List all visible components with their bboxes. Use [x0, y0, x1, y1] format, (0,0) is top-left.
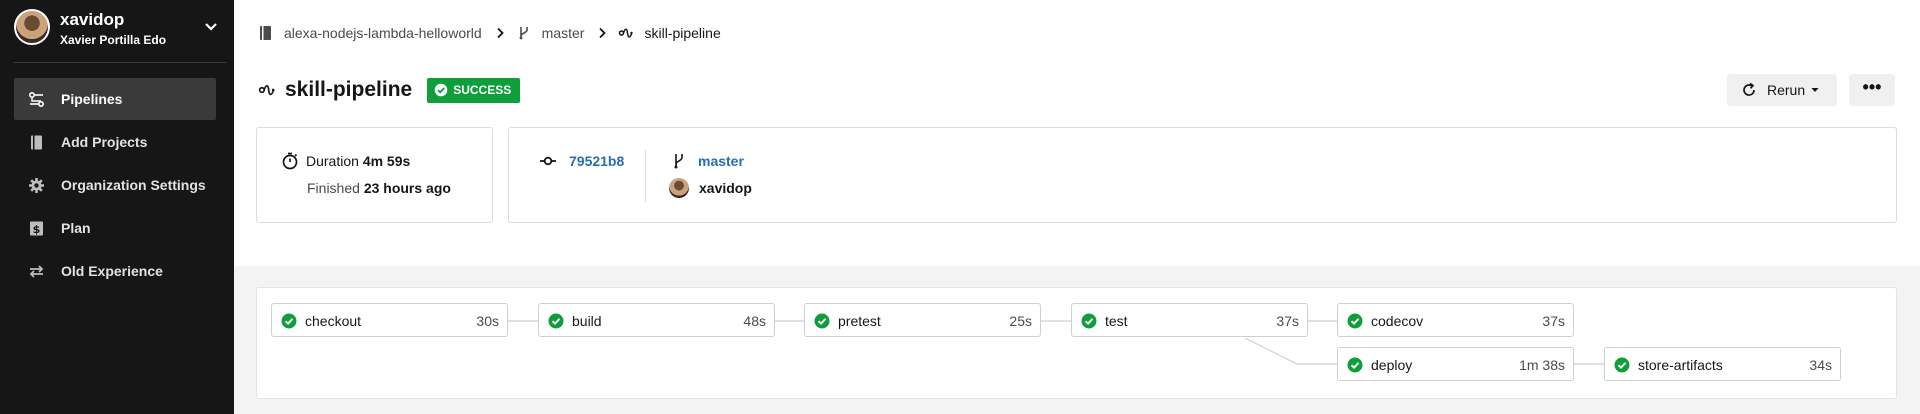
check-circle-icon	[434, 83, 448, 97]
job-name: test	[1105, 313, 1128, 329]
commit-hash[interactable]: 79521b8	[569, 153, 624, 169]
sidebar: xavidop Xavier Portilla Edo Pipelines Ad…	[0, 0, 234, 414]
duration-label: Duration	[306, 153, 359, 169]
commit-icon	[540, 156, 556, 166]
job-store-artifacts[interactable]: store-artifacts 34s	[1604, 347, 1841, 381]
job-duration: 34s	[1809, 357, 1832, 373]
svg-text:$: $	[33, 223, 41, 236]
commit-link[interactable]: 79521b8	[539, 152, 624, 170]
check-circle-icon	[814, 313, 830, 329]
sidebar-item-label: Old Experience	[61, 263, 163, 279]
branch-link[interactable]: master	[672, 152, 744, 170]
status-badge: SUCCESS	[427, 77, 521, 103]
username: xavidop	[60, 10, 125, 29]
duration-card: Duration 4m 59s Finished 23 hours ago	[256, 127, 493, 223]
chevron-down-icon[interactable]	[203, 18, 219, 34]
sidebar-item-label: Add Projects	[61, 134, 148, 150]
switch-arrows-icon	[29, 265, 44, 278]
job-name: build	[572, 313, 602, 329]
breadcrumb-workflow: skill-pipeline	[644, 25, 721, 41]
book-icon	[31, 135, 42, 150]
breadcrumb-branch[interactable]: master	[542, 25, 585, 41]
sidebar-item-label: Plan	[61, 220, 91, 236]
job-duration: 37s	[1542, 313, 1565, 329]
job-duration: 37s	[1276, 313, 1299, 329]
avatar	[14, 9, 50, 45]
gear-icon	[29, 178, 44, 193]
job-duration: 30s	[476, 313, 499, 329]
book-icon	[260, 26, 271, 40]
breadcrumb-project[interactable]: alexa-nodejs-lambda-helloworld	[284, 25, 482, 41]
more-options-button[interactable]: •••	[1849, 74, 1895, 106]
sidebar-item-label: Pipelines	[61, 91, 123, 107]
chevron-right-icon	[599, 27, 607, 39]
rerun-button[interactable]: Rerun	[1727, 74, 1837, 106]
check-circle-icon	[548, 313, 564, 329]
sidebar-divider	[14, 62, 226, 63]
page-header: skill-pipeline SUCCESS	[258, 76, 521, 104]
job-codecov[interactable]: codecov 37s	[1337, 303, 1574, 337]
sidebar-item-pipelines[interactable]: Pipelines	[14, 78, 216, 120]
commit-author: xavidop	[669, 178, 752, 198]
user-fullname: Xavier Portilla Edo	[60, 33, 167, 47]
sidebar-nav: Pipelines Add Projects Organization Sett…	[14, 78, 216, 293]
branch-icon	[519, 27, 528, 40]
author-name: xavidop	[699, 180, 752, 196]
sidebar-item-organization-settings[interactable]: Organization Settings	[14, 164, 216, 206]
caret-down-icon	[1811, 88, 1819, 92]
check-circle-icon	[1081, 313, 1097, 329]
status-badge-label: SUCCESS	[453, 83, 512, 97]
job-pretest[interactable]: pretest 25s	[804, 303, 1041, 337]
duration-value: 4m 59s	[362, 153, 411, 169]
avatar	[669, 178, 689, 198]
job-name: checkout	[305, 313, 362, 329]
job-deploy[interactable]: deploy 1m 38s	[1337, 347, 1574, 381]
sidebar-item-old-experience[interactable]: Old Experience	[14, 250, 216, 292]
job-duration: 25s	[1009, 313, 1032, 329]
sidebar-item-label: Organization Settings	[61, 177, 206, 193]
user-menu[interactable]: xavidop Xavier Portilla Edo	[14, 9, 222, 55]
check-circle-icon	[1614, 357, 1630, 373]
sidebar-item-add-projects[interactable]: Add Projects	[14, 121, 216, 163]
job-build[interactable]: build 48s	[538, 303, 775, 337]
duration: Duration 4m 59s	[281, 152, 410, 170]
job-checkout[interactable]: checkout 30s	[271, 303, 508, 337]
job-duration: 48s	[743, 313, 766, 329]
job-name: codecov	[1371, 313, 1424, 329]
sidebar-item-plan[interactable]: $ Plan	[14, 207, 216, 249]
check-circle-icon	[1347, 357, 1363, 373]
page-title: skill-pipeline	[285, 78, 413, 101]
check-circle-icon	[281, 313, 297, 329]
stopwatch-icon	[282, 152, 298, 170]
divider	[645, 150, 646, 202]
chevron-right-icon	[497, 27, 504, 39]
job-duration: 1m 38s	[1519, 357, 1565, 373]
job-name: pretest	[838, 313, 881, 329]
refresh-icon	[1743, 82, 1755, 96]
dollar-icon: $	[30, 221, 43, 236]
job-name: deploy	[1371, 357, 1413, 373]
pipelines-icon	[28, 91, 45, 108]
job-name: store-artifacts	[1638, 357, 1723, 373]
rerun-label: Rerun	[1767, 82, 1806, 98]
breadcrumb: alexa-nodejs-lambda-helloworld master sk…	[258, 23, 721, 43]
check-circle-icon	[1347, 313, 1363, 329]
workflow-icon	[619, 28, 634, 38]
branch-icon	[674, 154, 683, 169]
branch-name[interactable]: master	[698, 153, 744, 169]
finished-label: Finished	[307, 180, 360, 196]
finished: Finished 23 hours ago	[307, 180, 451, 196]
workflow-icon	[258, 84, 275, 96]
finished-value: 23 hours ago	[363, 180, 451, 196]
job-test[interactable]: test 37s	[1071, 303, 1308, 337]
commit-card: 79521b8 master xavidop	[508, 127, 1897, 223]
